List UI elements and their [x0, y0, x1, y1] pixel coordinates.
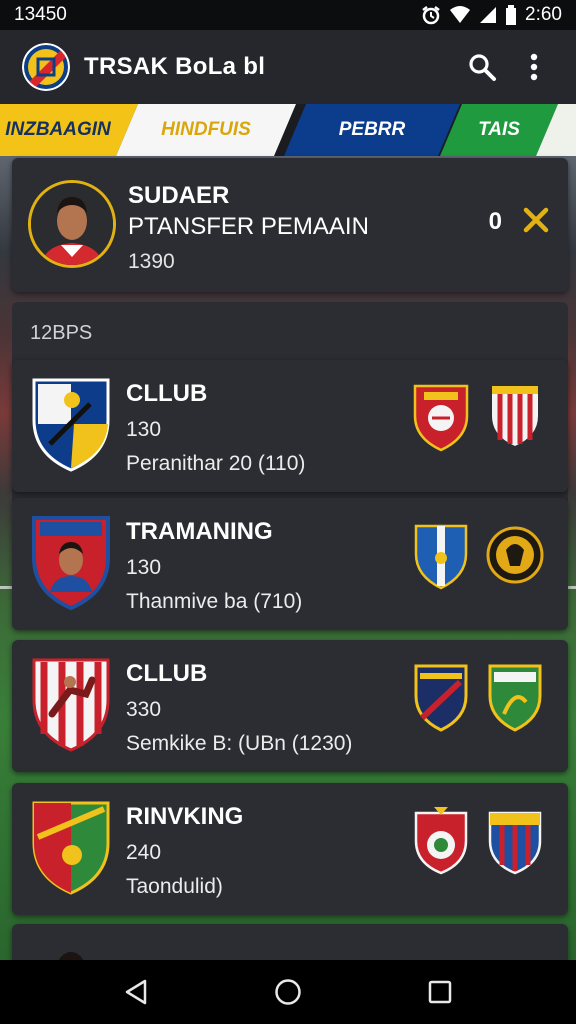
- item-value: 130: [126, 556, 162, 579]
- item-text: RINVKING 240 Taondulid): [126, 803, 243, 899]
- item-title: TRAMANING: [126, 518, 273, 545]
- category-tabs: INZBAAGIN HINDFUIS PEBRR TAIS: [0, 104, 576, 156]
- team-crest-icon[interactable]: [412, 382, 470, 452]
- item-text: TRAMANING 130 Thanmive ba (710): [126, 518, 302, 614]
- list-item[interactable]: RINVKING 240 Taondulid): [12, 783, 568, 915]
- search-icon[interactable]: [456, 41, 508, 93]
- highlight-count: 0: [488, 208, 502, 235]
- club-logo-icon[interactable]: [22, 43, 70, 91]
- item-text: CLLUB 330 Semkike B: (UBn (1230): [126, 660, 352, 756]
- recents-icon[interactable]: [412, 964, 468, 1020]
- tab-1-label: INZBAAGIN: [5, 119, 111, 140]
- club-crest-icon: [32, 801, 110, 895]
- tab-3-label: PEBRR: [338, 119, 406, 140]
- team-crest-icon[interactable]: [486, 520, 544, 590]
- tab-2[interactable]: HINDFUIS: [116, 104, 296, 156]
- item-title: CLLUB: [126, 660, 208, 687]
- item-detail: Peranithar 20 (110): [126, 452, 306, 475]
- app-title: TRSAK BoLa bl: [84, 53, 266, 80]
- highlight-value: 1390: [128, 250, 175, 273]
- tab-1[interactable]: INZBAAGIN: [0, 104, 138, 156]
- highlight-subtitle: PTANSFER PEMAAIN: [128, 213, 369, 240]
- item-value: 130: [126, 418, 162, 441]
- back-icon[interactable]: [108, 964, 164, 1020]
- list-item[interactable]: TRAMANING 130 Thanmive ba (710): [12, 498, 568, 630]
- team-crest-icon[interactable]: [412, 662, 470, 732]
- team-crest-icon[interactable]: [412, 520, 470, 590]
- close-icon[interactable]: [520, 204, 552, 236]
- player-crest-icon: [32, 516, 110, 611]
- list-item[interactable]: CLLUB 130 Peranithar 20 (110): [12, 360, 568, 492]
- item-value: 330: [126, 698, 162, 721]
- status-time-left: 13450: [14, 4, 67, 25]
- home-icon[interactable]: [260, 964, 316, 1020]
- tab-2-label: HINDFUIS: [161, 119, 251, 140]
- signal-icon: [480, 7, 497, 23]
- battery-icon: [506, 5, 517, 25]
- team-crest-icon[interactable]: [486, 662, 544, 732]
- item-title: RINVKING: [126, 803, 244, 830]
- highlight-title: SUDAER: [128, 182, 230, 209]
- more-vert-icon[interactable]: [508, 41, 560, 93]
- highlight-text: SUDAER PTANSFER PEMAAIN 1390: [128, 182, 369, 274]
- item-value: 240: [126, 841, 162, 864]
- status-time-right: 2:60: [525, 4, 562, 25]
- team-crest-icon[interactable]: [486, 382, 544, 452]
- status-icons: 2:60: [421, 4, 562, 26]
- item-detail: Thanmive ba (710): [126, 590, 303, 613]
- section-label: 12BPS: [30, 322, 93, 344]
- club-crest-icon: [32, 378, 110, 472]
- team-crest-icon[interactable]: [412, 805, 470, 875]
- tab-3[interactable]: PEBRR: [284, 104, 460, 156]
- list-item[interactable]: CLLUB 330 Semkike B: (UBn (1230): [12, 640, 568, 772]
- app-bar: TRSAK BoLa bl: [0, 30, 576, 104]
- tab-4-label: TAIS: [478, 119, 520, 140]
- transfer-highlight-card[interactable]: SUDAER PTANSFER PEMAAIN 1390 0: [12, 158, 568, 292]
- item-detail: Taondulid): [126, 875, 223, 898]
- team-crest-icon[interactable]: [486, 805, 544, 875]
- player-action-crest-icon: [32, 658, 110, 752]
- player-avatar: [28, 180, 116, 268]
- wifi-icon: [450, 6, 471, 23]
- system-nav-bar: [0, 960, 576, 1024]
- status-bar: 13450 2:60: [0, 0, 576, 30]
- item-title: CLLUB: [126, 380, 208, 407]
- item-detail: Semkike B: (UBn (1230): [126, 732, 353, 755]
- alarm-icon: [422, 6, 440, 25]
- item-text: CLLUB 130 Peranithar 20 (110): [126, 380, 305, 476]
